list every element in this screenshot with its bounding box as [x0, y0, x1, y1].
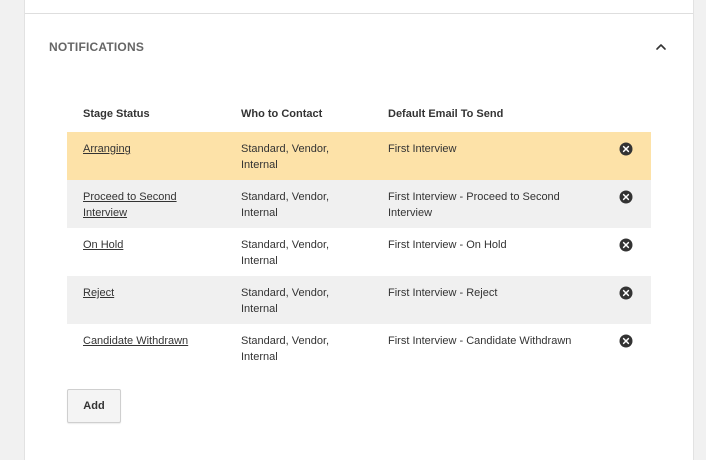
add-button[interactable]: Add	[67, 389, 121, 423]
close-circle-icon[interactable]	[619, 286, 633, 300]
notifications-table: Stage Status Who to Contact Default Emai…	[67, 100, 651, 372]
default-email-cell: First Interview - Proceed to Second Inte…	[388, 191, 560, 219]
who-to-contact-cell: Standard, Vendor, Internal	[241, 239, 330, 267]
default-email-cell: First Interview	[388, 143, 457, 155]
default-email-cell: First Interview - Reject	[388, 287, 498, 299]
default-email-cell: First Interview - On Hold	[388, 239, 507, 251]
table-row: Candidate Withdrawn Standard, Vendor, In…	[67, 324, 651, 372]
close-circle-icon[interactable]	[619, 238, 633, 252]
chevron-up-icon[interactable]	[654, 40, 668, 54]
who-to-contact-cell: Standard, Vendor, Internal	[241, 143, 330, 171]
table-row: On Hold Standard, Vendor, Internal First…	[67, 228, 651, 276]
close-circle-icon[interactable]	[619, 142, 633, 156]
notifications-panel: NOTIFICATIONS Stage Status Who to Contac…	[24, 0, 694, 460]
stage-status-link[interactable]: Proceed to Second Interview	[83, 191, 177, 219]
header-stage-status: Stage Status	[83, 108, 150, 120]
default-email-cell: First Interview - Candidate Withdrawn	[388, 335, 572, 347]
top-divider	[25, 13, 693, 14]
stage-status-link[interactable]: Reject	[83, 287, 114, 299]
stage-status-link[interactable]: Candidate Withdrawn	[83, 335, 188, 347]
header-who-to-contact: Who to Contact	[241, 108, 323, 120]
table-row: Proceed to Second Interview Standard, Ve…	[67, 180, 651, 228]
close-circle-icon[interactable]	[619, 334, 633, 348]
header-default-email: Default Email To Send	[388, 108, 504, 120]
stage-status-link[interactable]: Arranging	[83, 143, 131, 155]
who-to-contact-cell: Standard, Vendor, Internal	[241, 191, 330, 219]
who-to-contact-cell: Standard, Vendor, Internal	[241, 335, 330, 363]
close-circle-icon[interactable]	[619, 190, 633, 204]
stage-status-link[interactable]: On Hold	[83, 239, 123, 251]
section-title: NOTIFICATIONS	[49, 40, 145, 54]
who-to-contact-cell: Standard, Vendor, Internal	[241, 287, 330, 315]
table-row: Reject Standard, Vendor, Internal First …	[67, 276, 651, 324]
table-row: Arranging Standard, Vendor, Internal Fir…	[67, 132, 651, 180]
table-header: Stage Status Who to Contact Default Emai…	[67, 100, 651, 132]
